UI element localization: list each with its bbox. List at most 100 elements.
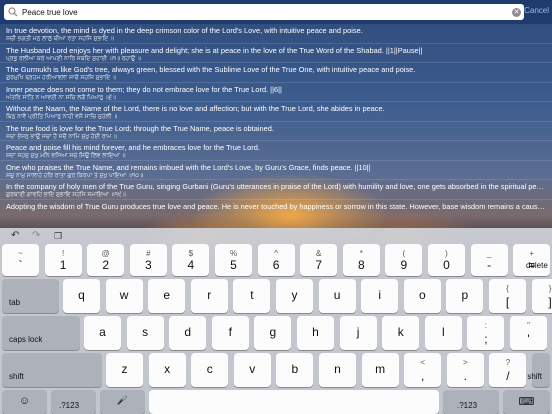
clear-icon[interactable]: ✕ [512,7,521,17]
key-j[interactable]: j [339,316,377,350]
search-input[interactable] [20,5,512,19]
key-letter: q [78,288,85,302]
key-g[interactable]: g [254,316,292,350]
result-item[interactable]: Inner peace does not come to them; they … [0,83,552,102]
key-i[interactable]: i [361,279,399,313]
caps-lock-key[interactable]: caps lock [2,316,80,350]
key-shift-symbol: * [359,249,363,258]
dictation-key[interactable]: 🎤 [100,390,145,414]
key-5[interactable]: % 5 [215,244,252,276]
key-symbol: - [487,258,492,272]
key-symbol: 1 [59,258,67,272]
result-item[interactable]: In true devotion, the mind is dyed in th… [0,24,552,44]
key-a[interactable]: a [84,316,121,350]
key-symbol: , [421,369,425,383]
key-r[interactable]: r [190,279,228,313]
key-n[interactable]: n [319,353,356,387]
key-u[interactable]: u [318,279,356,313]
key-period[interactable]: >. [446,353,484,387]
key-e[interactable]: e [148,279,186,313]
key-f[interactable]: f [211,316,249,350]
key-o[interactable]: o [403,279,441,313]
tab-key[interactable]: tab [2,279,59,313]
shift-label: shift [9,372,24,381]
key-8[interactable]: * 8 [342,244,380,276]
key-=[interactable]: + = [513,244,551,276]
key-shift-symbol: " [527,321,530,330]
key-y[interactable]: y [276,279,313,313]
key-0[interactable]: ) 0 [428,244,465,276]
key-z[interactable]: z [106,353,143,387]
tab-label: tab [9,298,21,307]
key-symbol: 4 [187,258,195,272]
key-q[interactable]: q [63,279,100,313]
key-shift-symbol: { [506,284,509,293]
result-item[interactable]: The true food is love for the True Lord;… [0,122,552,141]
result-item[interactable]: Adopting the wisdom of True Guru produce… [0,200,552,212]
key-9[interactable]: (9 [385,244,423,276]
key-letter: b [291,362,299,376]
numbers-key-right[interactable]: .?123 [443,390,499,414]
key-m[interactable]: m [361,353,399,387]
search-field[interactable]: ✕ [4,4,524,20]
undo-icon[interactable]: ↶ [11,230,19,242]
key-symbol: 2 [102,258,110,272]
key-s[interactable]: s [126,316,164,350]
key-letter: n [334,362,341,376]
key-letter: z [121,362,128,376]
shift-right-key[interactable]: shift [527,353,550,387]
emoji-key[interactable]: ☺ [2,390,47,414]
key-shift-symbol: & [316,249,322,258]
key-x[interactable]: x [148,353,186,387]
result-gurmukhi: ਬਿਨੁ ਨਾਵੈ ਪ੍ਰੀਤਿ ਪਿਆਰੁ ਨਾਹੀ ਵਸੈ ਸਾਚਿ ਸੁਹ… [6,114,118,120]
key-d[interactable]: d [169,316,207,350]
key-w[interactable]: w [105,279,143,313]
key-3[interactable]: #3 [129,244,167,276]
key-quote[interactable]: " ' [510,316,547,350]
key-symbol: [ [505,295,510,309]
result-item[interactable]: Peace and poise fill his mind forever, a… [0,141,552,161]
key-letter: r [207,288,212,302]
key-][interactable]: }] [531,279,552,313]
result-item[interactable]: One who praises the True Name, and remai… [0,161,552,180]
paste-icon[interactable]: ❐ [54,230,62,242]
key-6[interactable]: ^ 6 [257,244,295,276]
key-symbol: ] [548,295,552,309]
key-k[interactable]: k [382,316,420,350]
key-symbol: . [463,369,467,383]
key-h[interactable]: h [297,316,334,350]
shift-left-key[interactable]: shift [2,353,102,387]
result-item[interactable]: In the company of holy men of the True G… [0,180,552,200]
hide-keyboard-key[interactable]: ⌨ [503,390,550,414]
key-slash[interactable]: ? / [489,353,527,387]
cancel-button[interactable]: Cancel [524,6,549,15]
key-v[interactable]: v [233,353,271,387]
key-2[interactable]: @2 [87,244,125,276]
key-symbol: 0 [443,258,450,272]
results-list: In true devotion, the mind is dyed in th… [0,24,552,212]
key-comma[interactable]: <, [404,353,442,387]
key-symbol: 8 [357,258,365,272]
key-symbol: 9 [400,258,408,272]
key-semicolon[interactable]: :; [467,316,505,350]
result-gurmukhi: ਸਚੀ ਭਗਤੀ ਮਨੁ ਲਾਲੁ ਥੀਆ ਰਤਾ ਸਹਜਿ ਸੁਭਾਇ ॥ [6,36,114,42]
key-symbol: ; [484,332,488,346]
key-[[interactable]: {[ [489,279,526,313]
key-b[interactable]: b [276,353,314,387]
space-bar[interactable] [149,390,439,414]
key--[interactable]: _ - [470,244,508,276]
key-p[interactable]: p [446,279,484,313]
result-item[interactable]: The Gurmukh is like God's tree, always g… [0,63,552,83]
key-letter: l [441,325,445,339]
redo-icon[interactable]: ↷ [32,230,40,242]
result-item[interactable]: The Husband Lord enjoys her with pleasur… [0,44,552,63]
key-t[interactable]: t [233,279,271,313]
numbers-key-left[interactable]: .?123 [51,390,96,414]
key-7[interactable]: & 7 [300,244,338,276]
key-c[interactable]: c [191,353,229,387]
key-`[interactable]: ~ ` [2,244,39,276]
key-1[interactable]: ! 1 [44,244,82,276]
result-item[interactable]: Without the Naam, the Name of the Lord, … [0,102,552,122]
key-4[interactable]: $4 [172,244,210,276]
key-l[interactable]: l [424,316,462,350]
